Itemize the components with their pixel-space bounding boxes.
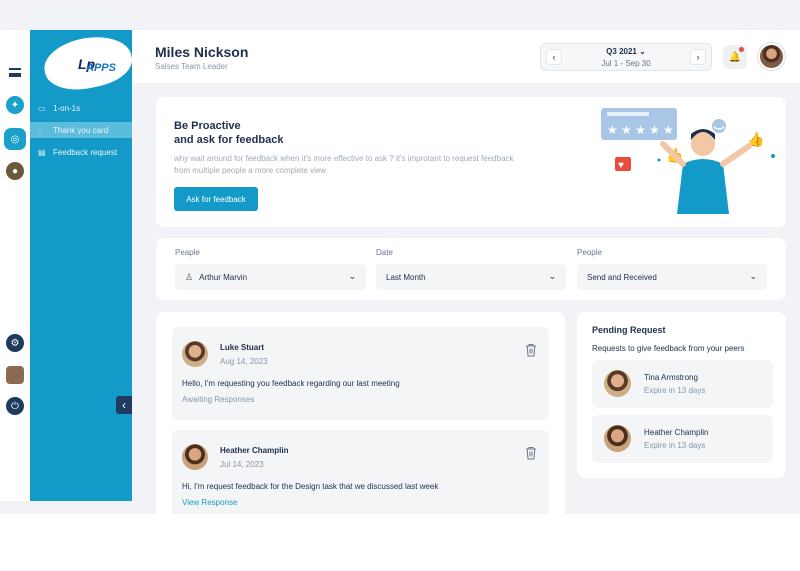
chat-icon: ▭ [38, 103, 46, 113]
avatar [182, 341, 208, 367]
svg-text:★: ★ [607, 123, 618, 137]
direction-filter-dropdown[interactable]: Send and Received ⌄ [577, 264, 767, 290]
sidebar-item-feedback-request[interactable]: ▤ Feedback request [30, 144, 132, 160]
user-role: Salses Team Leader [155, 62, 228, 71]
filter-label: People [577, 248, 602, 257]
svg-text:★: ★ [663, 123, 674, 137]
list-item[interactable]: Luke Stuart Aug 14, 2023 Hello, I'm requ… [172, 327, 549, 420]
settings-icon[interactable]: ⚙ [6, 334, 24, 352]
sidebar-item-1-on-1s[interactable]: ▭ 1-on-1s [30, 100, 132, 116]
app: ✦ ◎ ● ⚙ ⏻ Lp APPS ▭ 1-on-1s ◌ Thank you … [0, 0, 800, 514]
filter-label: Date [376, 248, 393, 257]
sidebar-item-label: Feedback request [53, 147, 118, 157]
user-icon: ♙ [185, 271, 194, 282]
notification-dot [739, 47, 744, 52]
chevron-down-icon: ⌄ [348, 271, 356, 281]
chevron-down-icon: ⌄ [548, 271, 556, 281]
header: Miles Nickson Salses Team Leader ‹ Q3 20… [132, 30, 800, 83]
status-text: Awaiting Responses [182, 395, 255, 404]
hero-description: why wait around for feedback when it's m… [174, 154, 514, 175]
trash-icon[interactable] [525, 446, 537, 460]
period-range: Jul 1 - Sep 30 [601, 59, 651, 68]
avatar [182, 444, 208, 470]
sidebar: Lp APPS ▭ 1-on-1s ◌ Thank you card ▤ Fee… [30, 29, 137, 501]
people-filter-dropdown[interactable]: ♙ Arthur Marvin ⌄ [175, 264, 366, 290]
sidebar-item-label: 1-on-1s [53, 103, 81, 113]
feedback-illustration: ★★★★★ ♥ 👍 👍 [601, 108, 775, 214]
svg-text:♥: ♥ [618, 160, 624, 171]
ask-for-feedback-button[interactable]: Ask for feedback [174, 187, 258, 211]
date-filter-dropdown[interactable]: Last Month ⌄ [376, 264, 566, 290]
award-icon: ◌ [38, 125, 43, 135]
chevron-down-icon: ⌄ [639, 47, 646, 56]
feedback-requests-list: Luke Stuart Aug 14, 2023 Hello, I'm requ… [156, 312, 565, 514]
logo: Lp APPS [30, 29, 137, 97]
list-item[interactable]: Heather Champlin Jul 14, 2023 Hi, I'm re… [172, 430, 549, 514]
avatar [604, 370, 631, 397]
avatar [604, 425, 631, 452]
pending-subtitle: Requests to give feedback from your peer… [592, 344, 745, 353]
list-item[interactable]: Tina Armstrong Expire in 13 days [592, 360, 773, 408]
power-icon[interactable]: ⏻ [6, 397, 24, 415]
list-item[interactable]: Heather Champlin Expire in 13 days [592, 415, 773, 463]
user-avatar[interactable] [6, 366, 24, 384]
profile-photo-icon[interactable]: ● [6, 162, 24, 180]
pending-title: Pending Request [592, 325, 666, 335]
trash-icon[interactable] [525, 343, 537, 357]
quarter-dropdown[interactable]: Q3 2021 ⌄ [541, 47, 711, 56]
chevron-down-icon: ⌄ [749, 271, 757, 281]
notification-bell-icon[interactable]: 🔔 [723, 45, 747, 69]
profile-avatar[interactable] [758, 43, 785, 70]
sidebar-item-thank-you-card[interactable]: ◌ Thank you card [30, 122, 132, 138]
filter-bar: Peaple ♙ Arthur Marvin ⌄ Date Last Month… [156, 238, 786, 300]
pending-requests-card: Pending Request Requests to give feedbac… [577, 312, 786, 478]
user-name: Miles Nickson [155, 44, 249, 60]
svg-text:★: ★ [635, 123, 646, 137]
svg-text:★: ★ [649, 123, 660, 137]
feedback-icon: ▤ [38, 147, 46, 157]
filter-label: Peaple [175, 248, 200, 257]
svg-text:★: ★ [621, 123, 632, 137]
next-period-button[interactable]: › [690, 49, 706, 65]
view-response-link[interactable]: View Response [182, 498, 237, 507]
collapse-sidebar-button[interactable]: ‹ [116, 396, 132, 414]
hero-title: Be Proactive and ask for feedback [174, 120, 284, 146]
awards-icon[interactable]: ◎ [4, 128, 26, 150]
feedback-hero-card: Be Proactive and ask for feedback why wa… [156, 97, 786, 227]
compass-icon[interactable]: ✦ [6, 96, 24, 114]
sidebar-item-label: Thank you card [53, 125, 109, 135]
period-selector: ‹ Q3 2021 ⌄ Jul 1 - Sep 30 › [540, 43, 712, 71]
hamburger-menu-icon[interactable] [9, 68, 21, 77]
